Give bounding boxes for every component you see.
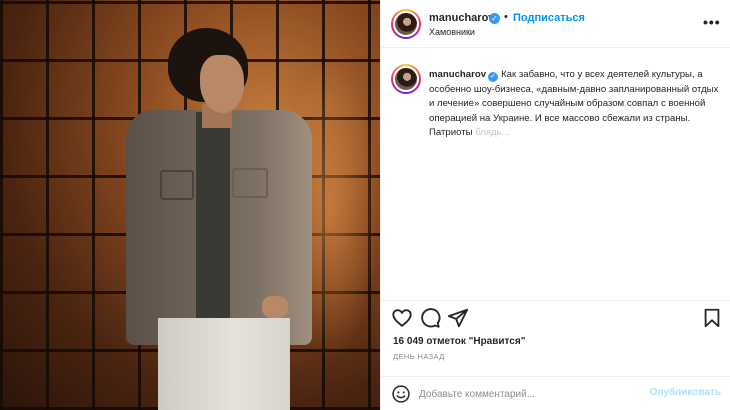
more-options-icon[interactable]: •••: [703, 14, 721, 30]
post-caption: manucharov ✓ Как забавно, что у всех деяте…: [429, 68, 719, 141]
post-photo[interactable]: [0, 0, 380, 410]
caption-avatar[interactable]: [391, 64, 421, 94]
bookmark-icon[interactable]: [701, 307, 723, 329]
action-bar: [381, 300, 730, 334]
caption-fade-text: блядь...: [475, 127, 510, 139]
verified-icon: ✓: [489, 13, 500, 24]
jacket-pocket-right: [232, 168, 268, 198]
comment-bar: Опубликовать: [381, 376, 730, 410]
person-hand: [262, 296, 288, 318]
emoji-icon[interactable]: [391, 384, 411, 404]
heart-icon[interactable]: [391, 307, 413, 329]
share-icon[interactable]: [447, 307, 469, 329]
verified-icon: ✓: [488, 72, 499, 82]
header-username[interactable]: manucharov: [429, 12, 494, 24]
publish-button[interactable]: Опубликовать: [650, 387, 721, 398]
comment-input[interactable]: [419, 384, 649, 404]
separator-dot: •: [504, 11, 508, 23]
person-trousers: [158, 318, 290, 410]
follow-button[interactable]: Подписаться: [513, 12, 585, 24]
likes-count[interactable]: 16 049 отметок "Нравится": [393, 336, 525, 347]
post-timestamp[interactable]: День назад: [393, 352, 445, 361]
caption-username[interactable]: manucharov: [429, 69, 486, 80]
post-details-panel: manucharov ✓ • Подписаться Хамовники •••…: [380, 0, 730, 410]
person-shirt: [196, 112, 230, 322]
jacket-pocket-left: [160, 170, 194, 200]
person-face: [200, 55, 244, 113]
post-header: manucharov ✓ • Подписаться Хамовники •••: [381, 0, 730, 48]
location-link[interactable]: Хамовники: [429, 27, 475, 37]
comment-icon[interactable]: [419, 307, 441, 329]
avatar[interactable]: [391, 9, 421, 39]
